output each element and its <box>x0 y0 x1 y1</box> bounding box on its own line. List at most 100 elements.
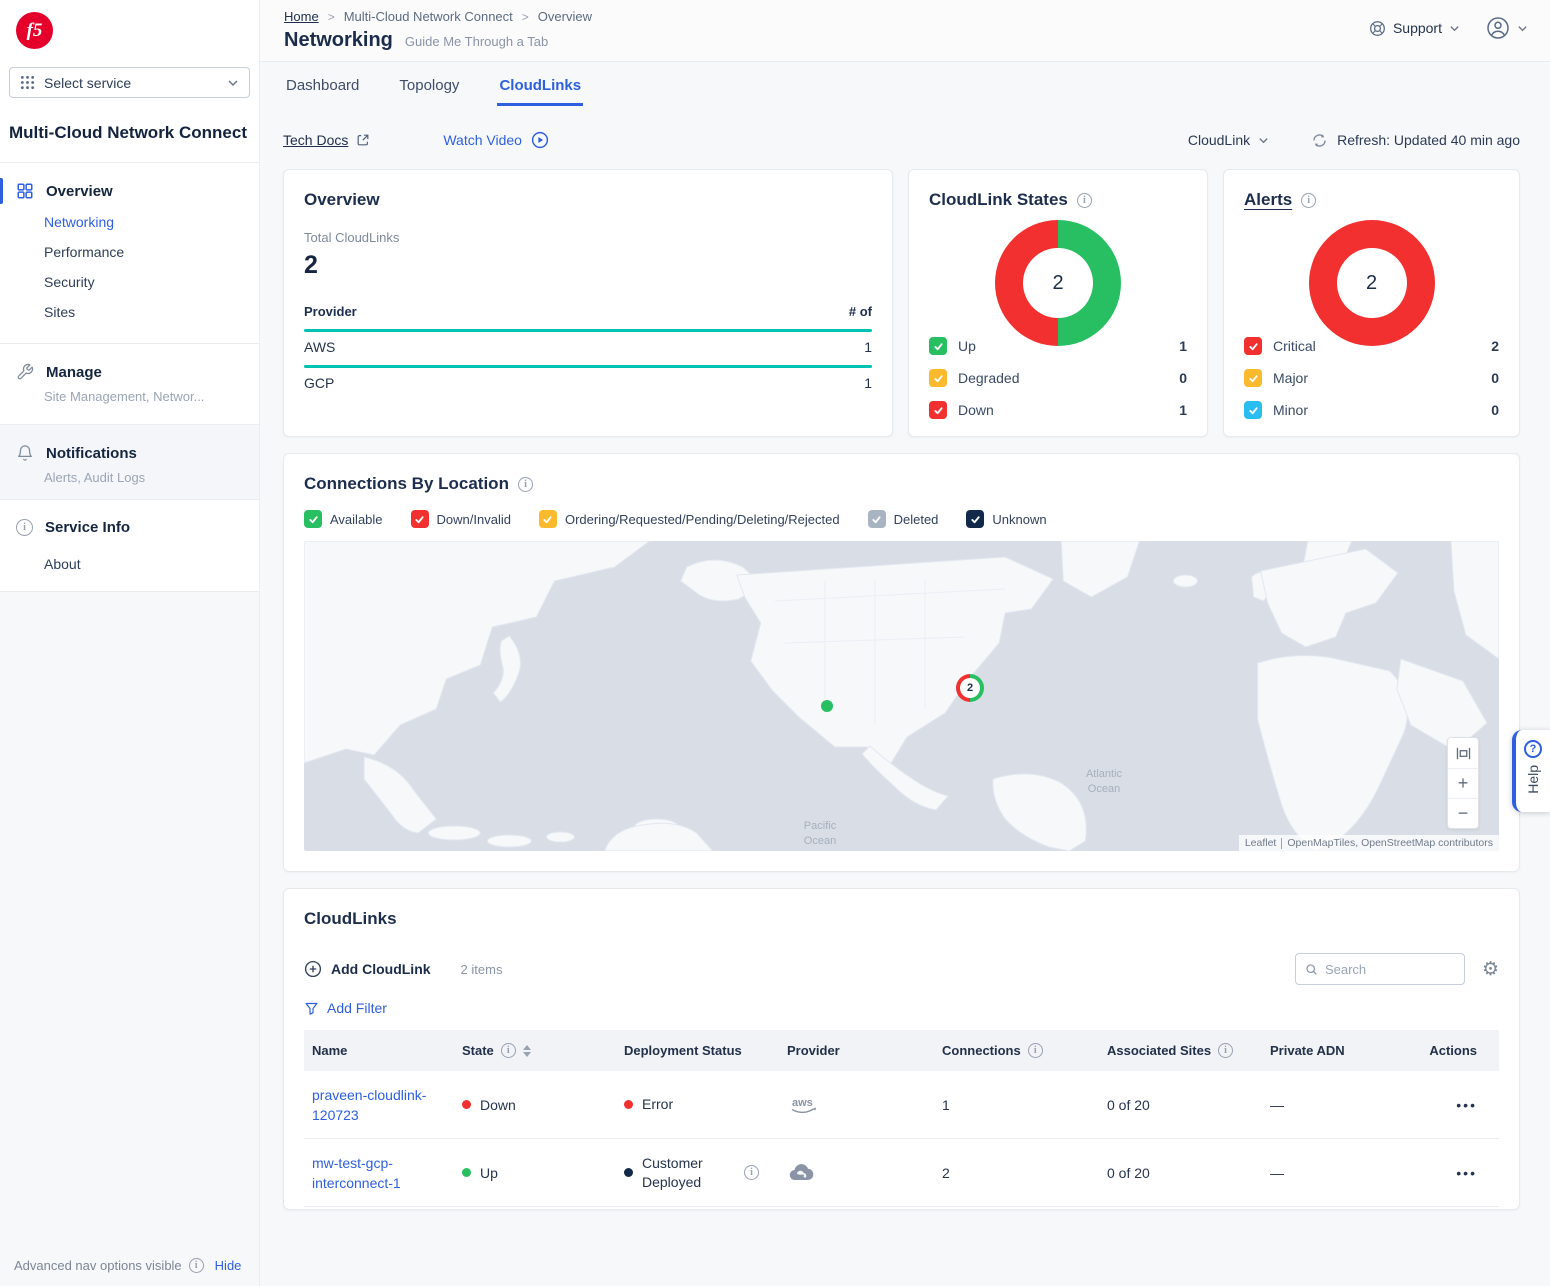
checkbox-ordering[interactable] <box>539 510 557 528</box>
help-tab[interactable]: ? Help <box>1512 730 1550 812</box>
checkbox-available[interactable] <box>304 510 322 528</box>
info-icon[interactable]: i <box>1077 193 1092 208</box>
tech-docs-link[interactable]: Tech Docs <box>283 132 370 148</box>
checkbox-up[interactable] <box>929 337 947 355</box>
info-icon[interactable]: i <box>1028 1043 1043 1058</box>
sidebar-item-security[interactable]: Security <box>0 267 259 297</box>
map-attribution: Leaflet OpenMapTiles, OpenStreetMap cont… <box>1239 835 1499 851</box>
breadcrumb-home-link[interactable]: Home <box>284 9 319 24</box>
toolbar: Tech Docs Watch Video CloudLink <box>283 131 1520 149</box>
table-row: mw-test-gcp-interconnect-1 Up Customer D… <box>304 1139 1499 1207</box>
user-avatar-icon <box>1486 16 1510 40</box>
select-service-dropdown[interactable]: Select service <box>9 67 250 98</box>
sidebar-item-service-info[interactable]: i Service Info <box>0 512 259 543</box>
cloudlink-scope-dropdown[interactable]: CloudLink <box>1188 132 1269 148</box>
search-box <box>1295 953 1465 985</box>
hide-nav-link[interactable]: Hide <box>215 1258 242 1273</box>
legend-row-up: Up 1 <box>929 330 1187 362</box>
info-icon[interactable]: i <box>744 1165 759 1180</box>
row-actions-menu[interactable]: ••• <box>1412 1153 1499 1193</box>
legend-row-degraded: Degraded 0 <box>929 362 1187 394</box>
col-private-adn[interactable]: Private ADN <box>1262 1030 1412 1071</box>
filter-available: Available <box>304 510 383 528</box>
add-cloudlink-button[interactable]: Add CloudLink <box>304 960 431 978</box>
map-cluster-marker[interactable]: 2 <box>956 674 984 702</box>
sidebar-item-performance[interactable]: Performance <box>0 237 259 267</box>
map-zoom-out-button[interactable]: − <box>1448 798 1478 828</box>
filter-deleted: Deleted <box>868 510 939 528</box>
map-marker-available[interactable] <box>821 700 833 712</box>
checkbox-down-invalid[interactable] <box>411 510 429 528</box>
breadcrumb-separator: > <box>522 10 529 24</box>
map-zoom-in-button[interactable]: + <box>1448 768 1478 798</box>
gcp-cloud-logo <box>787 1163 815 1183</box>
info-icon[interactable]: i <box>501 1043 516 1058</box>
leaflet-link[interactable]: Leaflet <box>1245 837 1277 849</box>
checkbox-degraded[interactable] <box>929 369 947 387</box>
filter-label: Unknown <box>992 512 1046 527</box>
sidebar-item-networking[interactable]: Networking <box>0 207 259 237</box>
app-root: f5 Select service Multi-Cloud Network Co… <box>0 0 1550 1286</box>
sidebar-item-manage[interactable]: Manage <box>0 356 259 388</box>
checkbox-minor[interactable] <box>1244 401 1262 419</box>
atlantic-ocean-label: Atlantic Ocean <box>1072 767 1136 797</box>
col-actions: Actions <box>1412 1030 1499 1071</box>
nav-group-overview: Overview Networking Performance Security… <box>0 163 259 339</box>
checkbox-deleted[interactable] <box>868 510 886 528</box>
row-actions-menu[interactable]: ••• <box>1412 1085 1499 1125</box>
legend-value: 0 <box>1491 402 1499 418</box>
checkbox-critical[interactable] <box>1244 337 1262 355</box>
tab-dashboard[interactable]: Dashboard <box>284 77 361 106</box>
info-icon[interactable]: i <box>1301 193 1316 208</box>
associated-sites-cell: 0 of 20 <box>1099 1085 1262 1125</box>
provider-cell <box>779 1151 934 1195</box>
col-provider[interactable]: Provider <box>779 1030 934 1071</box>
col-name[interactable]: Name <box>304 1030 454 1071</box>
legend-value: 0 <box>1491 370 1499 386</box>
checkbox-down[interactable] <box>929 401 947 419</box>
help-question-icon: ? <box>1524 740 1542 758</box>
cloudlink-link[interactable]: mw-test-gcp-interconnect-1 <box>312 1153 446 1193</box>
add-filter-button[interactable]: Add Filter <box>304 1000 1499 1016</box>
col-deployment-status[interactable]: Deployment Status <box>616 1030 779 1071</box>
gear-icon[interactable]: ⚙ <box>1482 960 1499 979</box>
deployment-label: Error <box>642 1095 673 1114</box>
guide-me-link[interactable]: Guide Me Through a Tab <box>405 34 548 49</box>
support-menu[interactable]: Support <box>1369 20 1460 37</box>
info-icon[interactable]: i <box>518 477 533 492</box>
cloudlink-link[interactable]: praveen-cloudlink-120723 <box>312 1085 446 1125</box>
refresh-button[interactable]: Refresh: Updated 40 min ago <box>1311 132 1520 149</box>
tab-topology[interactable]: Topology <box>397 77 461 106</box>
check-icon <box>933 341 944 352</box>
filter-label: Deleted <box>894 512 939 527</box>
map-fit-bounds-button[interactable] <box>1448 738 1478 768</box>
alerts-card-title[interactable]: Alerts <box>1244 190 1292 210</box>
info-icon[interactable]: i <box>189 1258 204 1273</box>
states-total: 2 <box>1052 272 1063 295</box>
sidebar-item-about[interactable]: About <box>0 549 259 579</box>
legend-row-critical: Critical 2 <box>1244 330 1499 362</box>
sidebar-item-notifications[interactable]: Notifications <box>0 437 259 469</box>
col-associated-sites[interactable]: Associated Sites i <box>1099 1030 1262 1071</box>
sidebar-item-sites[interactable]: Sites <box>0 297 259 327</box>
private-adn-cell: — <box>1262 1085 1412 1125</box>
checkbox-unknown[interactable] <box>966 510 984 528</box>
sidebar-item-overview[interactable]: Overview <box>0 175 259 207</box>
col-connections[interactable]: Connections i <box>934 1030 1099 1071</box>
provider-row-aws: AWS 1 <box>304 339 872 355</box>
sort-toggle[interactable] <box>523 1045 531 1057</box>
scope-label: CloudLink <box>1188 132 1250 148</box>
breadcrumb-product[interactable]: Multi-Cloud Network Connect <box>344 9 513 24</box>
info-icon[interactable]: i <box>1218 1043 1233 1058</box>
search-input[interactable] <box>1325 962 1455 977</box>
account-menu[interactable] <box>1486 16 1528 40</box>
provider-name: AWS <box>304 339 335 355</box>
f5-logo[interactable]: f5 <box>16 12 53 49</box>
tab-cloudlinks[interactable]: CloudLinks <box>497 77 583 106</box>
checkbox-major[interactable] <box>1244 369 1262 387</box>
sidebar-footer: Advanced nav options visible i Hide <box>14 1258 241 1273</box>
world-map[interactable]: Atlantic Ocean Pacific Ocean 2 + − <box>304 541 1499 851</box>
overview-card: Overview Total CloudLinks 2 Provider # o… <box>283 169 893 437</box>
watch-video-link[interactable]: Watch Video <box>443 131 549 149</box>
col-state[interactable]: State i <box>454 1030 616 1071</box>
